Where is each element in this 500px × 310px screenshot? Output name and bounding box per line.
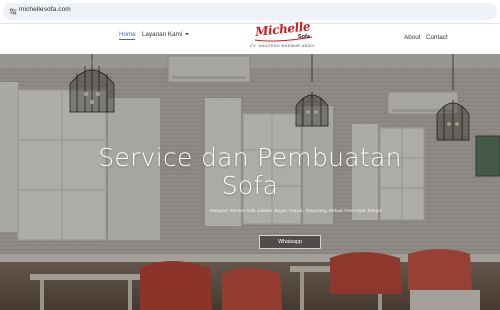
browser-address-bar: michellesofa.com — [0, 0, 500, 24]
nav-services-label: Layanan Kami — [142, 31, 183, 38]
nav-about-link[interactable]: About — [404, 34, 420, 41]
logo-company-name: CV. ANUGRAH MAKMUR ABADI — [250, 44, 315, 48]
hero-section: Service dan Pembuatan Sofa Melayani Serv… — [0, 54, 500, 310]
nav-services-dropdown[interactable]: Layanan Kami — [142, 31, 190, 38]
whatsapp-button[interactable]: Whatsapp — [259, 235, 321, 249]
chevron-down-icon — [185, 33, 190, 36]
site-logo[interactable]: Michelle Sofa CV. ANUGRAH MAKMUR ABADI — [250, 19, 332, 53]
nav-home-link[interactable]: Home — [119, 31, 136, 38]
hero-title: Service dan Pembuatan Sofa — [98, 143, 402, 200]
hero-subtitle: Melayani Service Sofa Jakarta, Bogor, De… — [209, 208, 383, 213]
nav-active-indicator — [119, 39, 135, 40]
url-text[interactable]: michellesofa.com — [19, 6, 71, 13]
tune-icon[interactable] — [9, 8, 17, 15]
logo-sofa-text: Sofa — [298, 34, 310, 40]
nav-contact-link[interactable]: Contact — [426, 34, 448, 41]
url-field[interactable]: michellesofa.com — [3, 3, 497, 20]
